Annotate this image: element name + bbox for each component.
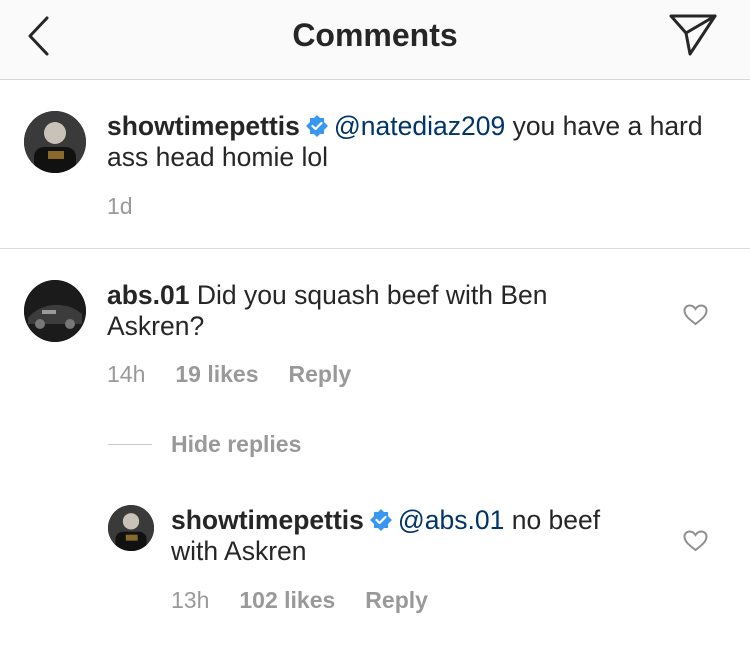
timestamp: 1d [107,193,133,219]
profile-photo-icon [108,505,154,551]
comment-text: abs.01 Did you squash beef with Ben Askr… [107,280,627,342]
likes-count[interactable]: 19 likes [175,361,258,387]
hide-replies-button[interactable]: Hide replies [171,431,301,458]
comment-meta: 14h 19 likes Reply [107,361,381,388]
reply-meta: 13h 102 likes Reply [171,587,458,614]
avatar[interactable] [24,111,86,173]
divider [0,248,750,249]
username[interactable]: showtimepettis [171,505,364,535]
mention-link[interactable]: @abs.01 [398,505,504,535]
replies-divider-line [108,444,152,445]
username[interactable]: showtimepettis [107,111,300,141]
avatar[interactable] [24,280,86,342]
verified-badge-icon [369,509,392,531]
mention-link[interactable]: @natediaz209 [334,111,505,141]
comments-header: Comments [0,0,750,80]
profile-photo-icon [24,280,86,342]
heart-icon[interactable] [683,530,708,552]
reply-text: showtimepettis @abs.01 no beef with Askre… [171,505,651,567]
comment-text: showtimepettis @natediaz209 you have a ha… [107,111,707,173]
username[interactable]: abs.01 [107,280,190,310]
reply-button[interactable]: Reply [365,587,428,613]
paper-plane-icon [669,14,717,56]
heart-icon[interactable] [683,304,708,326]
timestamp: 13h [171,587,210,613]
avatar[interactable] [108,505,154,551]
profile-photo-icon [24,111,86,173]
page-title: Comments [292,17,458,53]
share-button[interactable] [668,12,718,58]
comment-meta: 1d [107,193,163,220]
likes-count[interactable]: 102 likes [239,587,335,613]
timestamp: 14h [107,361,146,387]
verified-badge-icon [305,115,328,137]
reply-button[interactable]: Reply [289,361,352,387]
